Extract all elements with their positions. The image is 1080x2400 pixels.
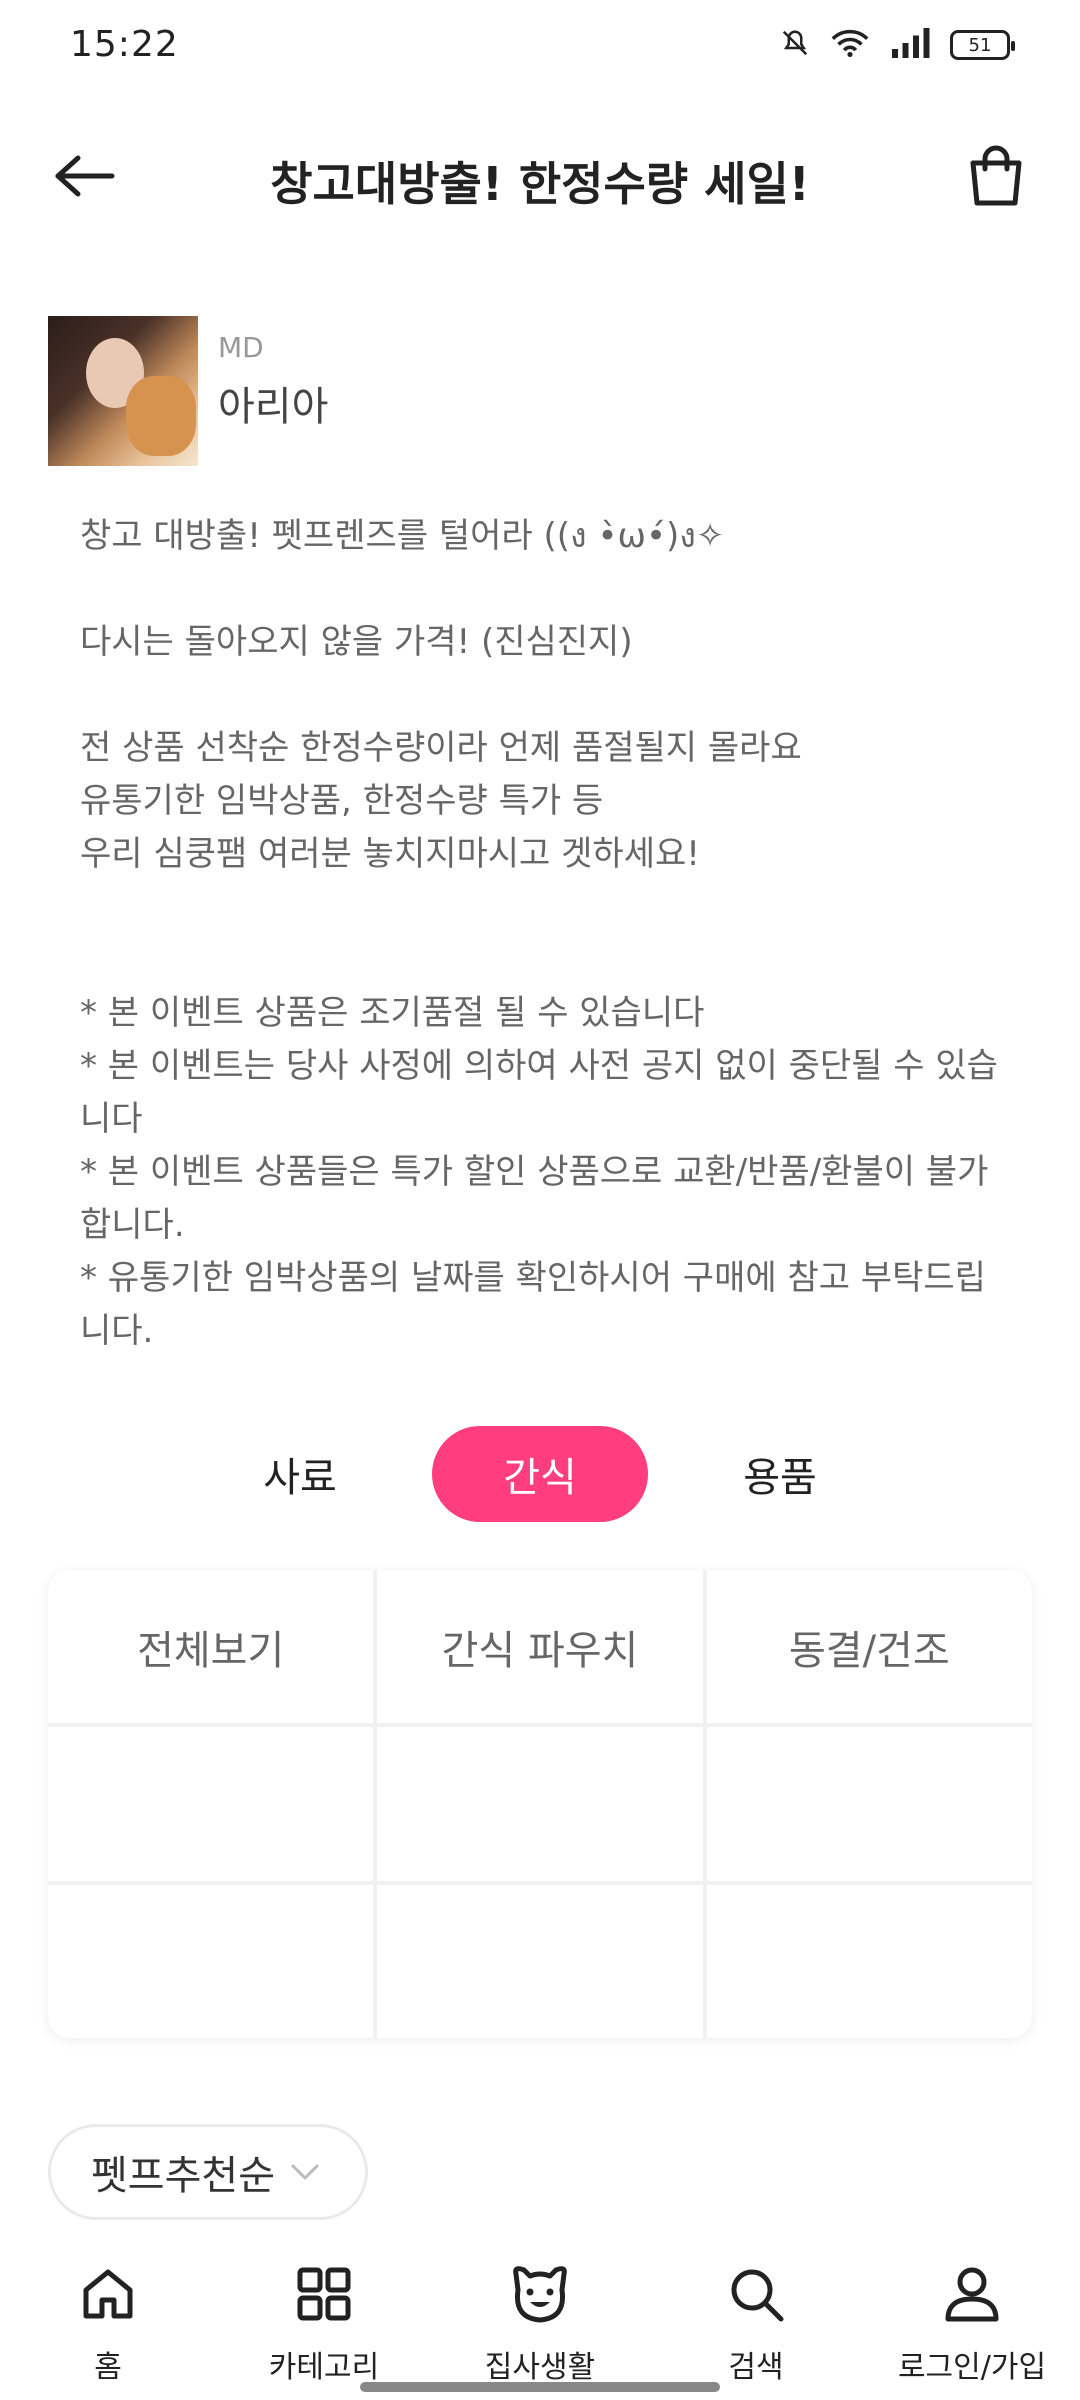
nav-pet-life[interactable]: 집사생활 [432, 2240, 648, 2400]
battery-icon: 51 [950, 30, 1015, 60]
status-bar: 15:22 51 [0, 0, 1080, 96]
subcategory-grid: 전체보기 간식 파우치 동결/건조 [48, 1570, 1032, 2038]
page-title: 창고대방출! 한정수량 세일! [270, 157, 810, 211]
description-line: 우리 심쿵팸 여러분 놓치지마시고 겟하세요! [80, 834, 700, 874]
nav-home-label: 홈 [94, 2350, 122, 2385]
header: 창고대방출! 한정수량 세일! [0, 96, 1080, 256]
avatar [48, 316, 198, 466]
grid-icon [292, 2262, 356, 2326]
subcategory-all[interactable]: 전체보기 [48, 1570, 374, 1724]
wifi-icon [830, 28, 870, 62]
subcategory-empty [377, 1884, 703, 2038]
shopping-bag-icon [965, 145, 1027, 211]
sort-dropdown[interactable]: 펫프추천순 [48, 2124, 368, 2220]
cart-button[interactable] [956, 138, 1036, 218]
subcategory-empty [706, 1727, 1032, 1881]
event-description: 창고 대방출! 펫프렌즈를 털어라 ((ง •̀ω•́)ง✧ 다시는 돌아오지 … [80, 510, 1010, 1358]
nav-login[interactable]: 로그인/가입 [864, 2240, 1080, 2400]
home-icon [76, 2262, 140, 2326]
md-profile: MD 아리아 [48, 316, 328, 466]
md-name: 아리아 [218, 383, 329, 430]
mute-icon [780, 28, 810, 62]
notice-line: * 본 이벤트는 당사 사정에 의하여 사전 공지 없이 중단될 수 있습니다 [80, 1046, 998, 1139]
notice-line: * 본 이벤트 상품들은 특가 할인 상품으로 교환/반품/환불이 불가합니다. [80, 1152, 989, 1245]
nav-category-label: 카테고리 [268, 2350, 380, 2385]
tab-supplies[interactable]: 용품 [720, 1426, 840, 1522]
battery-level: 51 [968, 34, 992, 56]
pet-face-icon [508, 2262, 572, 2326]
signal-icon [890, 28, 930, 62]
description-line: 다시는 돌아오지 않을 가격! (진심진지) [80, 622, 633, 662]
notice-line: * 유통기한 임박상품의 날짜를 확인하시어 구매에 참고 부탁드립니다. [80, 1258, 986, 1351]
description-line: 전 상품 선착순 한정수량이라 언제 품절될지 몰라요 [80, 728, 802, 768]
search-icon [724, 2262, 788, 2326]
description-line: 창고 대방출! 펫프렌즈를 털어라 ((ง •̀ω•́)ง✧ [80, 516, 725, 556]
subcategory-empty [48, 1727, 374, 1881]
sort-label: 펫프추천순 [91, 2153, 275, 2199]
subcategory-empty [706, 1884, 1032, 2038]
bottom-nav: 홈 카테고리 집사생활 검색 로그인/가입 [0, 2240, 1080, 2400]
tab-food[interactable]: 사료 [240, 1426, 360, 1522]
nav-pet-life-label: 집사생활 [484, 2350, 596, 2385]
subcategory-freeze-dried[interactable]: 동결/건조 [706, 1570, 1032, 1724]
subcategory-snack-pouch[interactable]: 간식 파우치 [377, 1570, 703, 1724]
user-icon [940, 2262, 1004, 2326]
subcategory-empty [377, 1727, 703, 1881]
nav-search-label: 검색 [728, 2350, 784, 2385]
description-line: 유통기한 임박상품, 한정수량 특가 등 [80, 781, 604, 821]
nav-login-label: 로그인/가입 [897, 2350, 1047, 2385]
chevron-down-icon [289, 2156, 321, 2188]
nav-search[interactable]: 검색 [648, 2240, 864, 2400]
tab-snack[interactable]: 간식 [432, 1426, 648, 1522]
nav-category[interactable]: 카테고리 [216, 2240, 432, 2400]
subcategory-empty [48, 1884, 374, 2038]
nav-home[interactable]: 홈 [0, 2240, 216, 2400]
md-label: MD [218, 330, 264, 364]
category-tabs: 사료 간식 용품 [0, 1426, 1080, 1522]
status-time: 15:22 [70, 24, 179, 65]
status-icons: 51 [780, 28, 1015, 62]
notice-line: * 본 이벤트 상품은 조기품절 될 수 있습니다 [80, 993, 705, 1033]
md-info: MD 아리아 [218, 331, 329, 432]
home-indicator[interactable] [360, 2382, 720, 2392]
